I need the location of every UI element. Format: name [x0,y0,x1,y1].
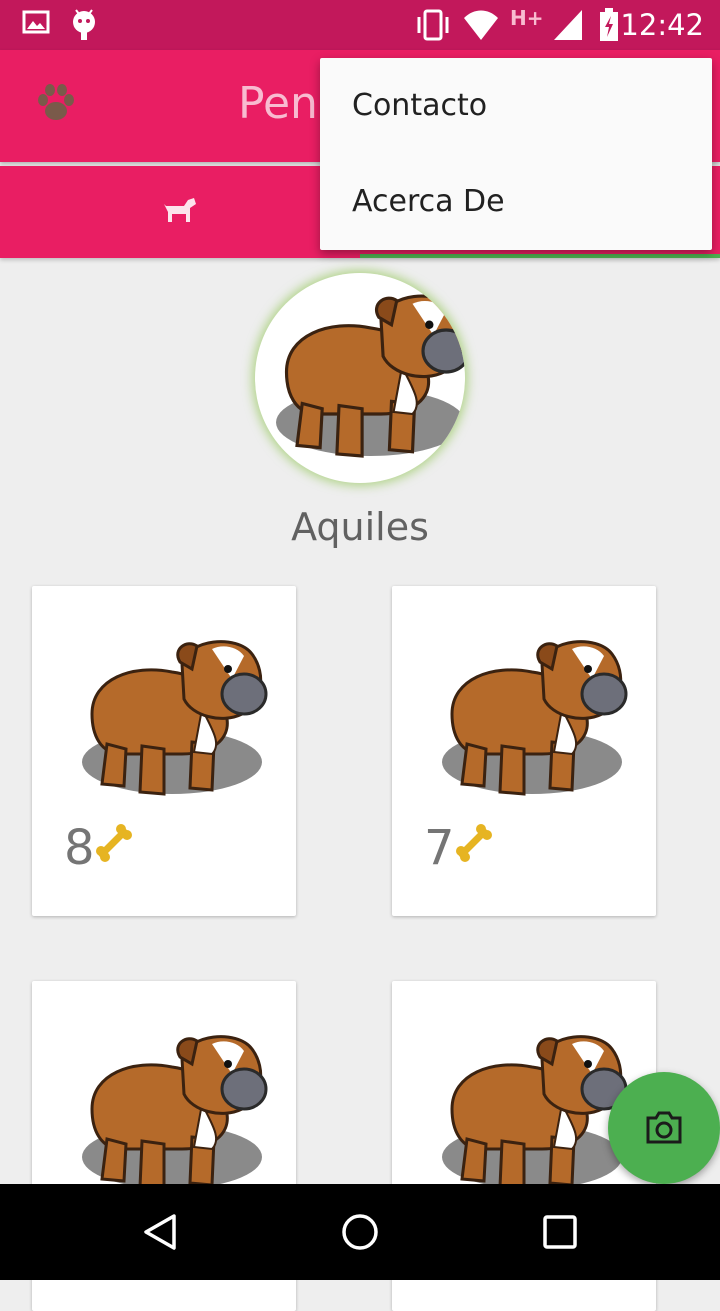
menu-item-contacto[interactable]: Contacto [352,88,487,123]
wifi-icon [462,8,500,46]
profile-avatar[interactable] [255,273,465,483]
status-bar: H+ 12:42 [0,0,720,50]
overflow-menu: Contacto Acerca De [320,58,712,250]
bone-icon [456,824,494,862]
network-type: H+ [510,6,544,30]
android-icon [70,8,98,46]
home-icon[interactable] [340,1212,380,1256]
navigation-bar [0,1184,720,1280]
camera-fab[interactable] [608,1072,720,1184]
battery-charging-icon [598,8,620,46]
signal-icon [552,8,584,46]
bulldog-image [440,640,628,796]
recents-icon[interactable] [542,1212,578,1256]
back-icon[interactable] [140,1212,180,1256]
bulldog-image [440,1035,628,1191]
app-title: Pen [238,78,318,129]
camera-icon [646,1111,682,1144]
paw-icon[interactable] [36,84,76,126]
bulldog-image [80,640,268,796]
photo-card[interactable]: 7 [392,586,656,916]
tab-indicator [360,254,720,258]
dog-icon [164,198,196,222]
vibrate-icon [414,8,452,46]
pet-name: Aquiles [291,505,429,549]
bulldog-image [80,1035,268,1191]
bone-icon [96,824,134,862]
gallery-icon [22,8,50,40]
clock: 12:42 [620,8,704,42]
menu-item-acerca-de[interactable]: Acerca De [352,184,505,219]
photo-card[interactable]: 8 [32,586,296,916]
like-count: 8 [64,820,95,876]
tab-dog[interactable] [160,192,198,230]
like-count: 7 [424,820,455,876]
